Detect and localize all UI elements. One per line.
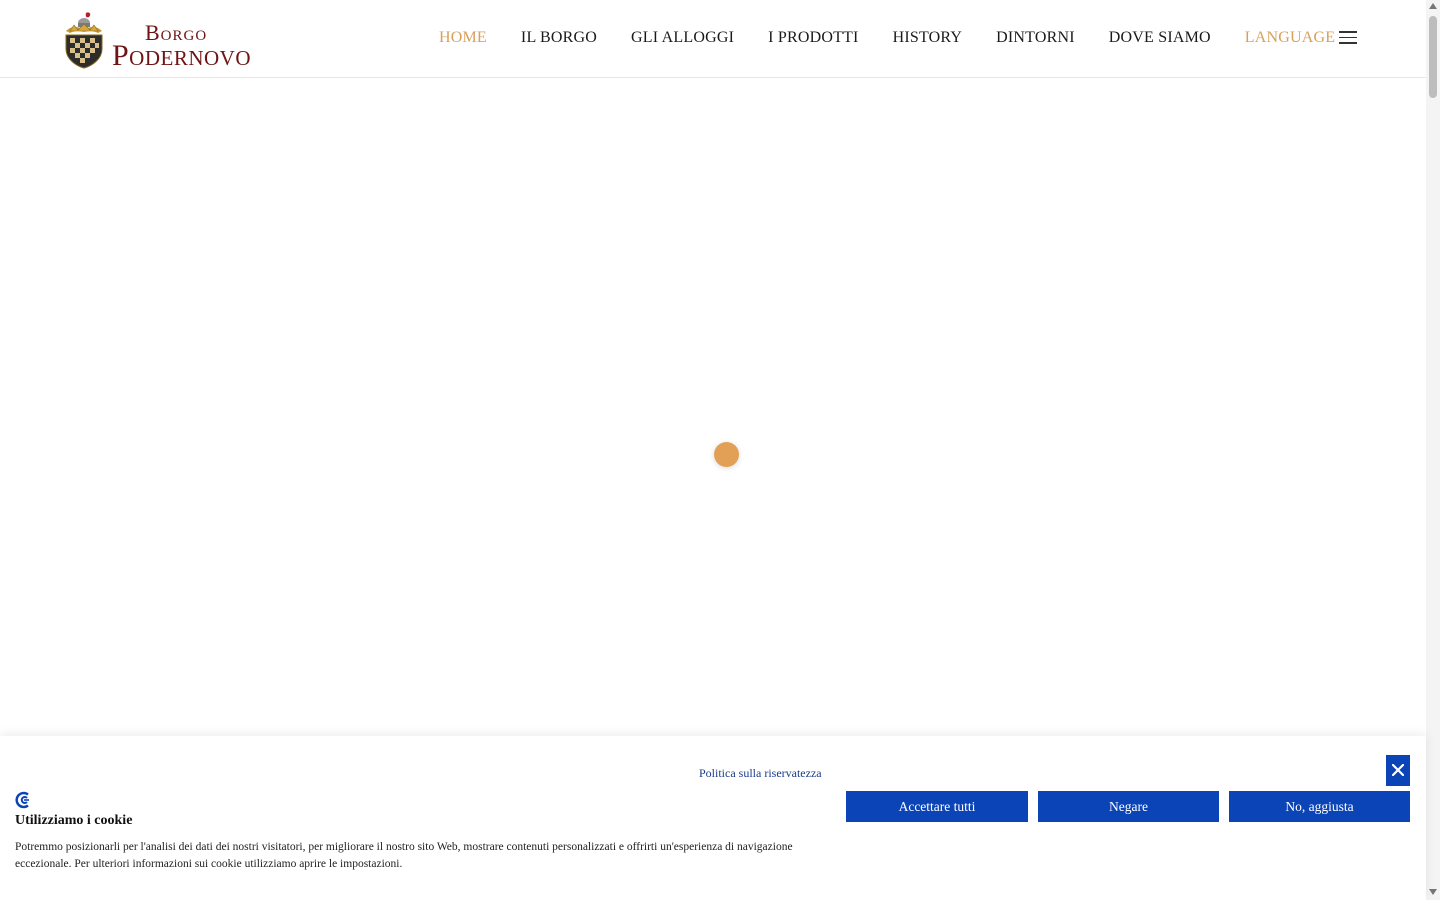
close-icon [1392, 764, 1404, 776]
cookie-title: Utilizziamo i cookie [15, 813, 133, 828]
nav-history[interactable]: HISTORY [876, 29, 980, 47]
nav-il-borgo[interactable]: IL BORGO [504, 29, 614, 47]
scroll-up-arrow-icon[interactable] [1429, 3, 1437, 9]
nav-gli-alloggi[interactable]: GLI ALLOGGI [614, 29, 751, 47]
logo-wordmark: Borgo Podernovo [112, 11, 267, 72]
nav-i-prodotti[interactable]: I PRODOTTI [751, 29, 875, 47]
main-nav: HOME IL BORGO GLI ALLOGGI I PRODOTTI HIS… [422, 0, 1352, 76]
logo-line-2: Podernovo [112, 39, 252, 72]
hamburger-line [1339, 36, 1357, 38]
cookie-description: Potremmo posizionarli per l'analisi dei … [15, 841, 793, 870]
hamburger-line [1339, 31, 1357, 33]
cookie-close-button[interactable] [1386, 755, 1410, 786]
site-logo[interactable]: Borgo Podernovo [62, 10, 267, 72]
nav-home[interactable]: HOME [422, 29, 504, 47]
cookie-banner: Politica sulla riservatezza Utilizziamo … [0, 736, 1426, 900]
crest-icon [65, 12, 103, 69]
cookie-consent-logo-icon [15, 791, 29, 809]
hamburger-line [1339, 42, 1357, 44]
scroll-thumb[interactable] [1429, 16, 1437, 98]
deny-button[interactable]: Negare [1038, 791, 1219, 822]
privacy-policy-link[interactable]: Politica sulla riservatezza [699, 766, 822, 781]
loading-dot-icon [714, 442, 739, 467]
page: Borgo Podernovo HOME IL BORGO GLI ALLOGG… [0, 0, 1440, 900]
hamburger-icon[interactable] [1339, 31, 1357, 44]
accept-all-button[interactable]: Accettare tutti [846, 791, 1028, 822]
nav-dove-siamo[interactable]: DOVE SIAMO [1092, 29, 1228, 47]
nav-language[interactable]: LANGUAGE [1228, 29, 1352, 47]
page-scrollbar[interactable] [1426, 0, 1440, 900]
adjust-settings-button[interactable]: No, aggiusta [1229, 791, 1410, 822]
nav-dintorni[interactable]: DINTORNI [979, 29, 1092, 47]
site-header: Borgo Podernovo HOME IL BORGO GLI ALLOGG… [0, 0, 1426, 78]
scroll-down-arrow-icon[interactable] [1429, 889, 1437, 895]
